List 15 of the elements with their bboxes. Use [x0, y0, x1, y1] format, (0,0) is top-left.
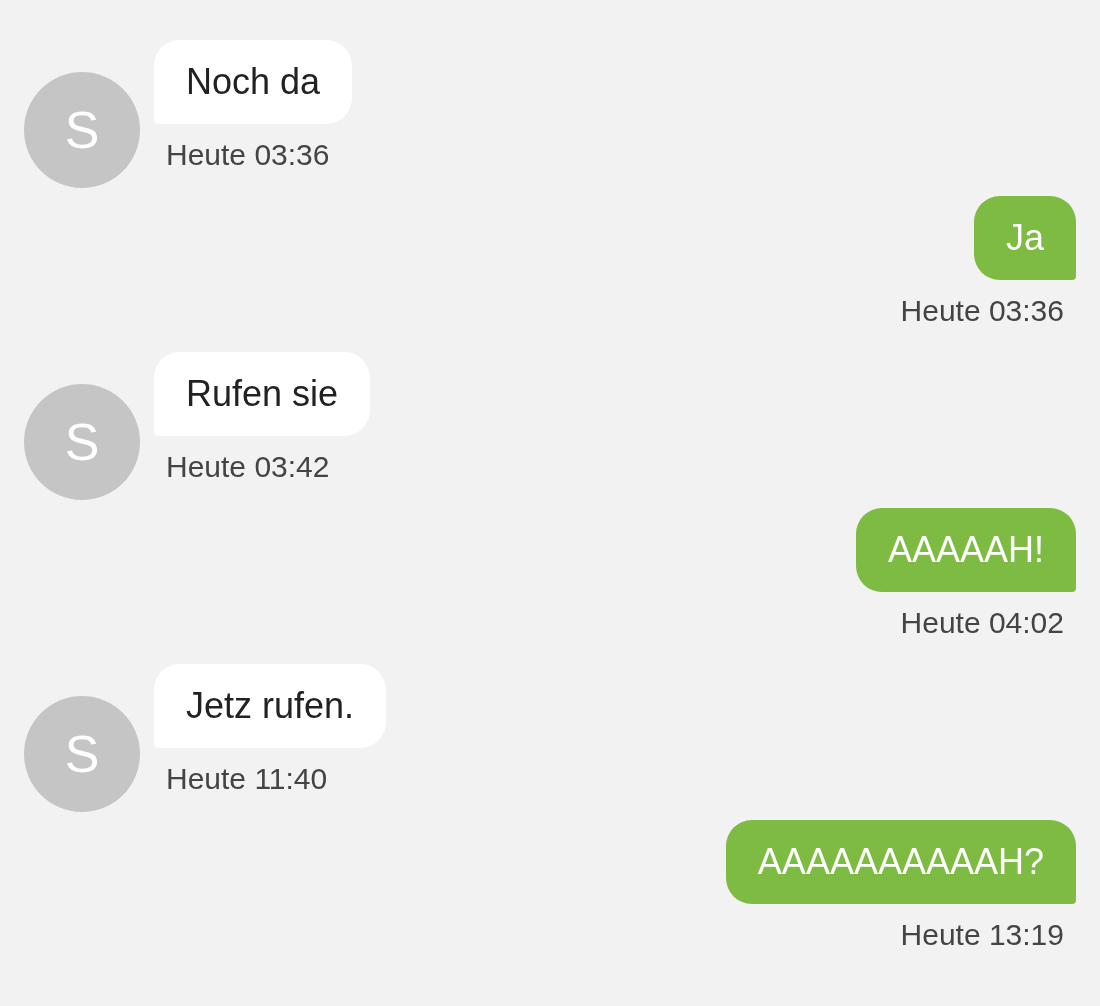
- message-time: Heute 03:36: [900, 294, 1065, 328]
- avatar: S: [24, 384, 140, 500]
- message-bubble: Jetz rufen.: [154, 664, 387, 748]
- message-bubble: Rufen sie: [154, 352, 371, 436]
- message-time: Heute 03:36: [165, 138, 330, 172]
- message-bubble: Ja: [973, 196, 1076, 280]
- avatar: S: [24, 72, 140, 188]
- message-time: Heute 13:19: [900, 918, 1065, 952]
- message-time: Heute 11:40: [165, 762, 328, 796]
- message-bubble: AAAAAH!: [855, 508, 1076, 592]
- message-bubble: Noch da: [154, 40, 353, 124]
- message-bubble: AAAAAAAAAAH?: [725, 820, 1076, 904]
- message-time: Heute 03:42: [165, 450, 330, 484]
- message-time: Heute 04:02: [900, 606, 1065, 640]
- avatar: S: [24, 696, 140, 812]
